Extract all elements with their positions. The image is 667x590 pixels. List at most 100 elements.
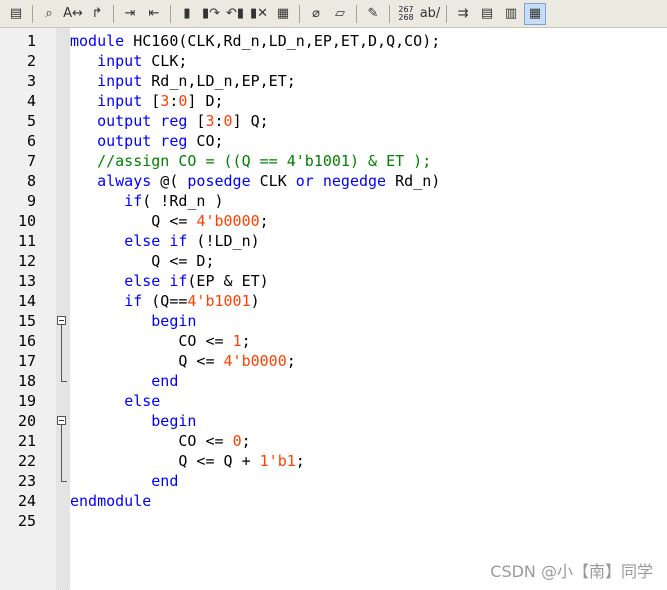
indent-button[interactable]: ⇥ [119, 3, 141, 25]
code-text: begin [151, 312, 197, 330]
toolbar-separator [446, 4, 447, 23]
bookmark-toggle-icon: ▮ [183, 6, 191, 21]
code-line[interactable]: 1 module HC160(CLK,Rd_n,LD_n,EP,ET,D,Q,CO… [0, 31, 667, 51]
code-text: input CLK; [97, 52, 188, 70]
fold-end-marker [61, 381, 67, 382]
code-line[interactable]: 9 if( !Rd_n ) [0, 191, 667, 211]
line-number: 15 [17, 312, 36, 330]
indent-icon: ⇥ [124, 6, 136, 21]
line-numbers-icon: 267 268 [398, 5, 414, 22]
syntax-check-icon: ✎ [367, 6, 379, 21]
scroll-button[interactable]: ▱ [329, 3, 351, 25]
bookmark-prev-button[interactable]: ↶▮ [224, 3, 246, 25]
outdent-button[interactable]: ⇤ [143, 3, 165, 25]
line-number: 14 [17, 292, 36, 310]
code-line[interactable]: 11 else if (!LD_n) [0, 231, 667, 251]
save-all-button[interactable]: ▤ [5, 3, 27, 25]
bookmark-list-button[interactable]: ▦ [272, 3, 294, 25]
code-line[interactable]: 4 input [3:0] D; [0, 91, 667, 111]
code-line[interactable]: 21 CO <= 0; [0, 431, 667, 451]
code-line[interactable]: 6 output reg CO; [0, 131, 667, 151]
code-line[interactable]: 2 input CLK; [0, 51, 667, 71]
code-text: Q <= 4'b0000; [70, 352, 296, 370]
code-line[interactable]: 17 Q <= 4'b0000; [0, 351, 667, 371]
fold-collapse-icon[interactable] [57, 416, 66, 425]
line-number: 21 [17, 432, 36, 450]
spell-check-icon: ab/ [419, 6, 441, 21]
watermark: CSDN @小【南】同学 [490, 562, 653, 581]
code-line[interactable]: 13 else if(EP & ET) [0, 271, 667, 291]
code-line[interactable]: 8 always @( posedge CLK or negedge Rd_n) [0, 171, 667, 191]
code-text: else if (!LD_n) [124, 232, 260, 250]
find-button[interactable]: ⌕ [38, 3, 60, 25]
code-text: else [124, 392, 161, 410]
attach-icon: ⌀ [312, 6, 320, 21]
code-text: //assign CO = ((Q == 4'b1001) & ET ); [97, 152, 432, 170]
code-line[interactable]: 18 end [0, 371, 667, 391]
line-number: 17 [17, 352, 36, 370]
find-icon: ⌕ [45, 6, 53, 21]
view-outline-icon: ▦ [528, 6, 542, 21]
code-line[interactable]: 5 output reg [3:0] Q; [0, 111, 667, 131]
line-number: 7 [26, 152, 36, 170]
line-number: 25 [17, 512, 36, 530]
toolbar-separator [32, 4, 33, 23]
outdent-icon: ⇤ [148, 6, 160, 21]
line-numbers-button[interactable]: 267 268 [395, 3, 417, 25]
code-line[interactable]: 12 Q <= D; [0, 251, 667, 271]
goto-button[interactable]: ↱ [86, 3, 108, 25]
code-line[interactable]: 24 endmodule [0, 491, 667, 511]
fold-collapse-icon[interactable] [57, 316, 66, 325]
code-line[interactable]: 22 Q <= Q + 1'b1; [0, 451, 667, 471]
code-line[interactable]: 14 if (Q==4'b1001) [0, 291, 667, 311]
code-line[interactable]: 19 else [0, 391, 667, 411]
code-line[interactable]: 20 begin [0, 411, 667, 481]
toolbar-separator [113, 4, 114, 23]
line-number-bottom: 268 [398, 12, 414, 22]
code-editor[interactable]: 1 module HC160(CLK,Rd_n,LD_n,EP,ET,D,Q,CO… [0, 31, 667, 531]
code-line[interactable]: 23 end [0, 471, 667, 491]
code-text: begin [151, 412, 197, 430]
code-text: Q <= 4'b0000; [70, 212, 269, 230]
code-text: if( !Rd_n ) [124, 192, 224, 210]
line-number: 20 [17, 412, 36, 430]
view-split-button[interactable]: ▥ [500, 3, 522, 25]
bookmark-list-icon: ▦ [276, 6, 290, 21]
code-line[interactable]: 10 Q <= 4'b0000; [0, 211, 667, 231]
goto-icon: ↱ [91, 6, 103, 21]
code-text: endmodule [70, 492, 152, 510]
bookmark-next-icon: ▮↷ [201, 6, 221, 21]
view-outline-button[interactable]: ▦ [524, 2, 546, 25]
line-number: 1 [26, 32, 36, 50]
line-number: 18 [17, 372, 36, 390]
find-replace-icon: A↔ [63, 6, 83, 21]
find-replace-button[interactable]: A↔ [62, 3, 84, 25]
line-number: 13 [17, 272, 36, 290]
code-line[interactable]: 15 begin [0, 311, 667, 381]
toolbar-separator [299, 4, 300, 23]
word-wrap-button[interactable]: ⇉ [452, 3, 474, 25]
code-line[interactable]: 25 [0, 511, 667, 531]
code-line[interactable]: 7 //assign CO = ((Q == 4'b1001) & ET ); [0, 151, 667, 171]
code-line[interactable]: 3 input Rd_n,LD_n,EP,ET; [0, 71, 667, 91]
line-number: 12 [17, 252, 36, 270]
editor-toolbar: ▤ ⌕ A↔ ↱ ⇥ ⇤ ▮ ▮↷ ↶▮ ▮✕ ▦ ⌀ ▱ ✎ 267 268 ab/ ⇉ ▤ ▥ ▦ [0, 0, 667, 28]
syntax-check-button[interactable]: ✎ [362, 3, 384, 25]
toolbar-separator [389, 4, 390, 23]
bookmark-clear-button[interactable]: ▮✕ [248, 3, 270, 25]
bookmark-toggle-button[interactable]: ▮ [176, 3, 198, 25]
line-number: 8 [26, 172, 36, 190]
spell-check-button[interactable]: ab/ [419, 3, 441, 25]
code-text: output reg CO; [97, 132, 224, 150]
bookmark-next-button[interactable]: ▮↷ [200, 3, 222, 25]
code-line[interactable]: 16 CO <= 1; [0, 331, 667, 351]
code-text: CO <= 1; [70, 332, 251, 350]
code-text: Q <= Q + 1'b1; [70, 452, 305, 470]
attach-button[interactable]: ⌀ [305, 3, 327, 25]
code-text: input Rd_n,LD_n,EP,ET; [97, 72, 296, 90]
view-normal-button[interactable]: ▤ [476, 3, 498, 25]
line-number: 19 [17, 392, 36, 410]
toolbar-separator [170, 4, 171, 23]
bookmark-prev-icon: ↶▮ [225, 6, 245, 21]
line-number: 10 [17, 212, 36, 230]
